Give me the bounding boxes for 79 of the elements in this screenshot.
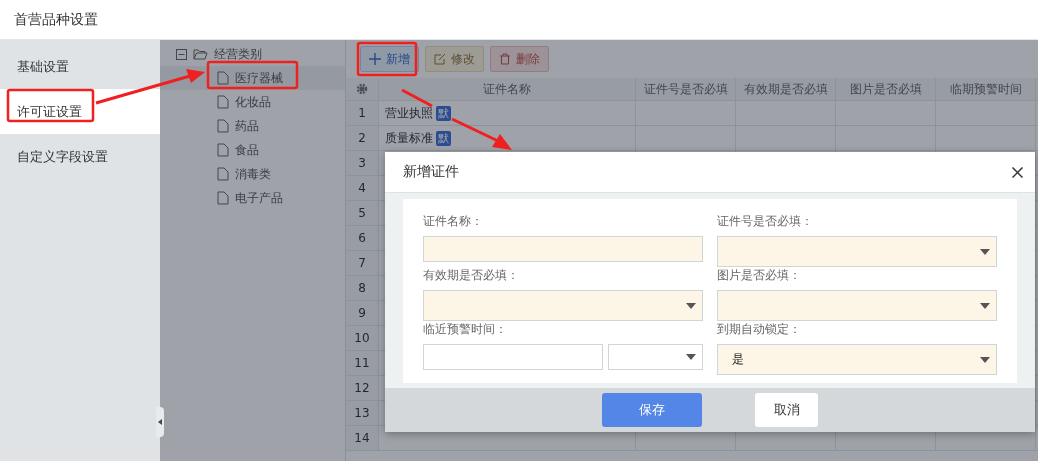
sidebar-item[interactable]: 许可证设置 bbox=[0, 89, 160, 134]
gear-icon[interactable] bbox=[356, 83, 368, 95]
field-label: 到期自动锁定： bbox=[717, 321, 802, 338]
row-number: 3 bbox=[346, 151, 379, 176]
edit-icon bbox=[434, 53, 446, 65]
tree-node[interactable]: 消毒类 bbox=[160, 162, 345, 186]
file-icon bbox=[217, 167, 229, 181]
folder-icon bbox=[193, 48, 208, 60]
tree-node-label: 医疗器械 bbox=[235, 69, 283, 87]
row-number: 5 bbox=[346, 201, 379, 226]
row-number: 14 bbox=[346, 426, 379, 451]
column-header: 证件号是否必填 bbox=[636, 78, 736, 101]
tree-node-label[interactable]: 经营类别 bbox=[214, 45, 262, 63]
column-header: 证件名称 bbox=[379, 78, 636, 101]
column-header: 临期预警时间 bbox=[936, 78, 1036, 101]
table-cell: 营业执照 bbox=[385, 104, 433, 122]
row-number: 9 bbox=[346, 301, 379, 326]
tree-node[interactable]: 药品 bbox=[160, 114, 345, 138]
default-badge: 默 bbox=[436, 130, 451, 146]
text-field[interactable] bbox=[423, 236, 703, 262]
tree-node-label: 消毒类 bbox=[235, 165, 271, 183]
highlight-frame bbox=[356, 41, 418, 77]
field-label: 证件名称： bbox=[423, 213, 484, 230]
sidebar-item[interactable]: 自定义字段设置 bbox=[0, 134, 160, 179]
add-button[interactable]: 新增 bbox=[360, 46, 419, 72]
text-field[interactable] bbox=[423, 344, 603, 370]
row-number: 8 bbox=[346, 276, 379, 301]
plus-icon bbox=[369, 53, 381, 65]
caret-icon bbox=[686, 302, 696, 309]
tree-node[interactable]: 食品 bbox=[160, 138, 345, 162]
select-field[interactable]: 是 bbox=[717, 344, 997, 375]
row-number: 6 bbox=[346, 226, 379, 251]
default-badge: 默 bbox=[436, 105, 451, 121]
tree-node-label: 电子产品 bbox=[235, 189, 283, 207]
caret-icon bbox=[980, 356, 990, 363]
file-icon bbox=[217, 95, 229, 109]
collapse-handle[interactable] bbox=[156, 407, 164, 437]
row-number: 12 bbox=[346, 376, 379, 401]
tree-node-label: 食品 bbox=[235, 141, 259, 159]
column-header: 图片是否必填 bbox=[836, 78, 936, 101]
dialog-title: 新增证件 bbox=[403, 163, 459, 181]
cancel-button[interactable]: 取消 bbox=[755, 393, 818, 427]
caret-icon bbox=[686, 354, 696, 360]
file-icon bbox=[217, 191, 229, 205]
column-header: 有效期是否必填 bbox=[736, 78, 836, 101]
field-label: 证件号是否必填： bbox=[717, 213, 814, 230]
trash-icon bbox=[499, 53, 511, 65]
tree-node[interactable]: 化妆品 bbox=[160, 90, 345, 114]
tree-node-label: 药品 bbox=[235, 117, 259, 135]
close-icon[interactable] bbox=[1012, 166, 1023, 178]
delete-button[interactable]: 删除 bbox=[490, 46, 549, 72]
collapse-icon[interactable] bbox=[176, 48, 187, 60]
caret-left-icon bbox=[158, 419, 162, 425]
select-field[interactable] bbox=[717, 236, 997, 267]
field-label: 临近预警时间： bbox=[423, 321, 508, 338]
sidebar-item[interactable]: 基础设置 bbox=[0, 44, 160, 89]
row-number: 11 bbox=[346, 351, 379, 376]
file-icon bbox=[217, 71, 229, 85]
row-number: 10 bbox=[346, 326, 379, 351]
select-field[interactable] bbox=[717, 290, 997, 321]
row-number: 2 bbox=[346, 126, 379, 151]
file-icon bbox=[217, 119, 229, 133]
caret-icon bbox=[980, 248, 990, 255]
select-field[interactable] bbox=[423, 290, 703, 321]
page-title: 首营品种设置 bbox=[14, 10, 98, 29]
save-button[interactable]: 保存 bbox=[602, 393, 702, 427]
row-number: 4 bbox=[346, 176, 379, 201]
row-number: 13 bbox=[346, 401, 379, 426]
row-number: 1 bbox=[346, 101, 379, 126]
field-label: 图片是否必填： bbox=[717, 267, 802, 284]
file-icon bbox=[217, 143, 229, 157]
select-field[interactable] bbox=[608, 344, 703, 370]
tree-node-label: 化妆品 bbox=[235, 93, 271, 111]
select-value: 是 bbox=[732, 351, 744, 368]
field-label: 有效期是否必填： bbox=[423, 267, 520, 284]
table-cell: 质量标准 bbox=[385, 129, 433, 147]
edit-button[interactable]: 修改 bbox=[425, 46, 484, 72]
row-number: 7 bbox=[346, 251, 379, 276]
tree-node[interactable]: 电子产品 bbox=[160, 186, 345, 210]
